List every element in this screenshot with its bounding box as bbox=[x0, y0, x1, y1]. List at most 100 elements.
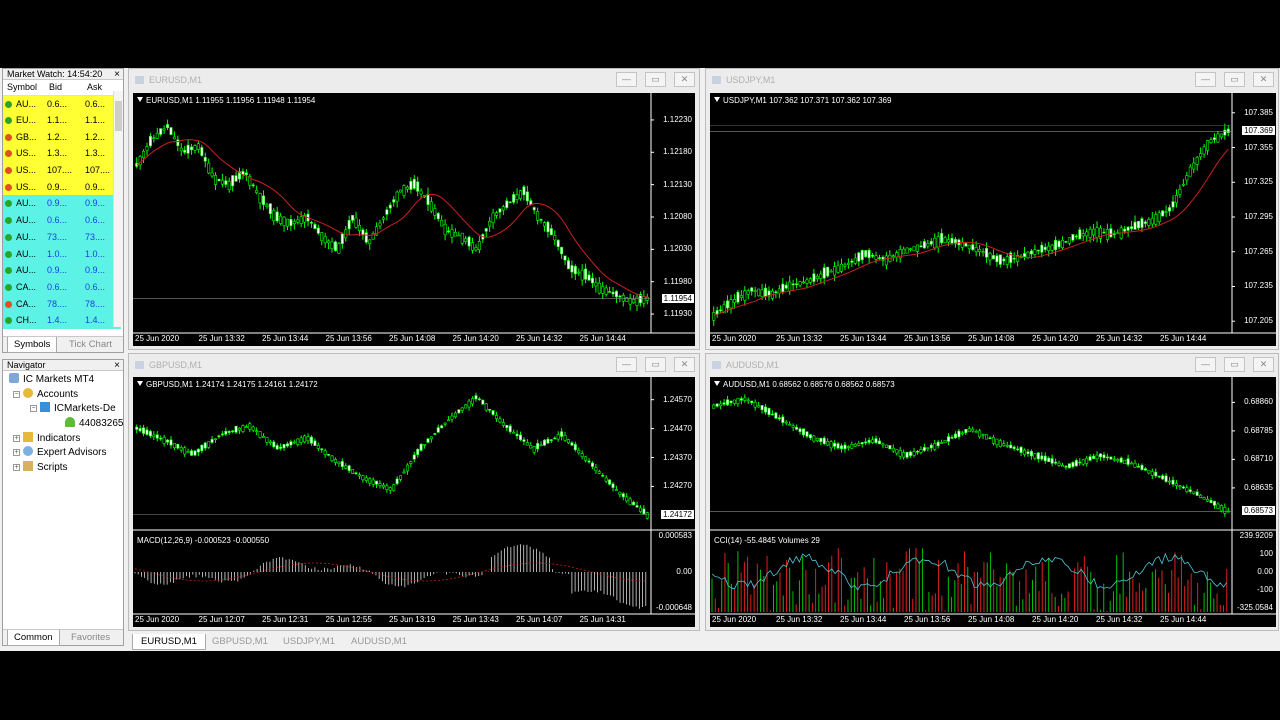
nav-account[interactable]: 44083265 bbox=[3, 417, 124, 432]
navigator-close-icon[interactable]: × bbox=[114, 360, 120, 370]
candle-body bbox=[874, 255, 878, 260]
market-watch-row[interactable]: CA... 0.6... 0.6... bbox=[3, 278, 121, 296]
price-chart[interactable]: AUDUSD,M1 0.68562 0.68576 0.68562 0.6857… bbox=[710, 377, 1276, 627]
market-watch-row[interactable]: AU... 0.9... 0.9... bbox=[3, 261, 121, 279]
candle-body bbox=[1195, 491, 1199, 496]
market-watch-close-icon[interactable]: × bbox=[114, 69, 120, 79]
candle-body bbox=[1185, 175, 1189, 181]
nav-root[interactable]: IC Markets MT4 bbox=[3, 373, 123, 388]
collapse-icon[interactable]: − bbox=[13, 390, 20, 398]
candle-body bbox=[399, 189, 403, 193]
market-watch-row[interactable]: AU... 0.6... 0.6... bbox=[3, 211, 121, 229]
accounts-icon bbox=[23, 387, 33, 398]
candle-body bbox=[991, 437, 995, 444]
close-button[interactable]: ✕ bbox=[674, 72, 695, 87]
candle-body bbox=[464, 238, 468, 242]
candle-body bbox=[467, 400, 471, 408]
scroll-thumb[interactable] bbox=[115, 101, 122, 131]
maximize-button[interactable]: ▭ bbox=[1224, 72, 1245, 87]
market-watch-row[interactable]: US... 107.... 107.... bbox=[3, 161, 121, 179]
expand-icon[interactable]: + bbox=[13, 449, 20, 457]
col-symbol[interactable]: Symbol bbox=[3, 80, 45, 96]
minimize-button[interactable]: — bbox=[1195, 357, 1216, 372]
candle-body bbox=[340, 461, 344, 467]
candle-body bbox=[940, 233, 944, 244]
price-chart[interactable]: GBPUSD,M1 1.24174 1.24175 1.24161 1.2417… bbox=[133, 377, 695, 627]
market-watch-scrollbar[interactable] bbox=[113, 91, 123, 327]
close-button[interactable]: ✕ bbox=[1253, 72, 1274, 87]
chart-tab-gbpusd[interactable]: GBPUSD,M1 bbox=[204, 634, 276, 650]
price-chart[interactable]: EURUSD,M1 1.11955 1.11956 1.11948 1.1195… bbox=[133, 93, 695, 346]
candle-body bbox=[1168, 207, 1172, 212]
expand-icon[interactable]: + bbox=[13, 434, 20, 442]
candle-body bbox=[1074, 460, 1078, 467]
tab-symbols[interactable]: Symbols bbox=[7, 337, 58, 353]
market-watch-row[interactable]: AU... 0.6... 0.6... bbox=[3, 95, 121, 112]
tab-favorites[interactable]: Favorites bbox=[65, 630, 116, 646]
market-watch-row[interactable]: EU... 1.1... 1.1... bbox=[3, 111, 121, 129]
maximize-button[interactable]: ▭ bbox=[1224, 357, 1245, 372]
close-button[interactable]: ✕ bbox=[1253, 357, 1274, 372]
nav-accounts[interactable]: − Accounts bbox=[3, 387, 123, 403]
maximize-button[interactable]: ▭ bbox=[645, 72, 666, 87]
tab-common[interactable]: Common bbox=[7, 630, 60, 646]
candle-body bbox=[546, 221, 550, 233]
maximize-button[interactable]: ▭ bbox=[645, 357, 666, 372]
market-watch-row[interactable]: CA... 78.... 78.... bbox=[3, 295, 121, 312]
nav-scripts[interactable]: + Scripts bbox=[3, 461, 123, 476]
dropdown-icon[interactable] bbox=[714, 97, 720, 102]
market-watch-row[interactable]: AU... 0.9... 0.9... bbox=[3, 195, 121, 212]
candle-body bbox=[722, 402, 726, 405]
tab-tick-chart[interactable]: Tick Chart bbox=[63, 337, 118, 353]
market-watch-row[interactable]: AU... 73.... 73.... bbox=[3, 228, 121, 246]
col-bid[interactable]: Bid bbox=[45, 80, 83, 96]
candle-body bbox=[148, 136, 152, 147]
minimize-button[interactable]: — bbox=[616, 72, 637, 87]
candle-body bbox=[597, 471, 601, 474]
market-watch-row[interactable]: US... 1.3... 1.3... bbox=[3, 145, 121, 162]
chart-window-usdjpy[interactable]: USDJPY,M1 — ▭ ✕ USDJPY,M1 107.362 107.37… bbox=[705, 68, 1279, 350]
close-button[interactable]: ✕ bbox=[674, 357, 695, 372]
candle-body bbox=[943, 440, 947, 444]
macd-label: MACD(12,26,9) -0.000523 -0.000550 bbox=[137, 536, 270, 545]
price-chart[interactable]: USDJPY,M1 107.362 107.371 107.362 107.36… bbox=[710, 93, 1276, 346]
expand-icon[interactable]: + bbox=[13, 464, 20, 472]
chart-window-eurusd[interactable]: EURUSD,M1 — ▭ ✕ EURUSD,M1 1.11955 1.1195… bbox=[128, 68, 700, 350]
market-watch-row[interactable]: US... 0.9... 0.9... bbox=[3, 178, 121, 196]
minimize-button[interactable]: — bbox=[1195, 72, 1216, 87]
candle-body bbox=[515, 433, 519, 437]
market-watch-row[interactable]: AU... 1.0... 1.0... bbox=[3, 245, 121, 262]
chart-window-audusd[interactable]: AUDUSD,M1 — ▭ ✕ AUDUSD,M1 0.68562 0.6857… bbox=[705, 353, 1279, 631]
nav-experts[interactable]: + Expert Advisors bbox=[3, 446, 123, 461]
dropdown-icon[interactable] bbox=[137, 97, 143, 102]
candle-body bbox=[642, 508, 646, 515]
candle-body bbox=[638, 507, 642, 512]
market-watch-row[interactable]: GB... 1.2... 1.2... bbox=[3, 128, 121, 146]
candle-body bbox=[381, 484, 385, 488]
chart-window-gbpusd[interactable]: GBPUSD,M1 — ▭ ✕ GBPUSD,M1 1.24174 1.2417… bbox=[128, 353, 700, 631]
collapse-icon[interactable]: − bbox=[30, 405, 37, 413]
dropdown-icon[interactable] bbox=[714, 381, 720, 386]
bid-cell: 1.2... bbox=[45, 128, 83, 146]
chart-tab-eurusd[interactable]: EURUSD,M1 bbox=[132, 634, 206, 650]
minimize-button[interactable]: — bbox=[616, 357, 637, 372]
indicator-tick-label: -100 bbox=[1256, 585, 1273, 594]
candle-body bbox=[590, 277, 594, 284]
candle-body bbox=[217, 178, 221, 182]
candle-body bbox=[826, 441, 830, 446]
chart-tab-usdjpy[interactable]: USDJPY,M1 bbox=[275, 634, 343, 650]
candle-body bbox=[464, 404, 468, 409]
candle-body bbox=[231, 175, 235, 187]
nav-indicators[interactable]: + Indicators bbox=[3, 431, 123, 447]
candle-body bbox=[608, 479, 612, 485]
candle-body bbox=[467, 236, 471, 247]
chart-tab-audusd[interactable]: AUDUSD,M1 bbox=[343, 634, 415, 650]
candle-body bbox=[566, 260, 570, 270]
candle-body bbox=[323, 236, 327, 244]
market-watch-row[interactable]: CH... 1.4... 1.4... bbox=[3, 311, 121, 329]
window-title: GBPUSD,M1 — ▭ ✕ bbox=[129, 354, 699, 376]
dropdown-icon[interactable] bbox=[137, 381, 143, 386]
candle-body bbox=[183, 447, 187, 455]
window-title-text: GBPUSD,M1 bbox=[149, 360, 203, 370]
nav-server[interactable]: − ICMarkets-De bbox=[3, 402, 123, 417]
